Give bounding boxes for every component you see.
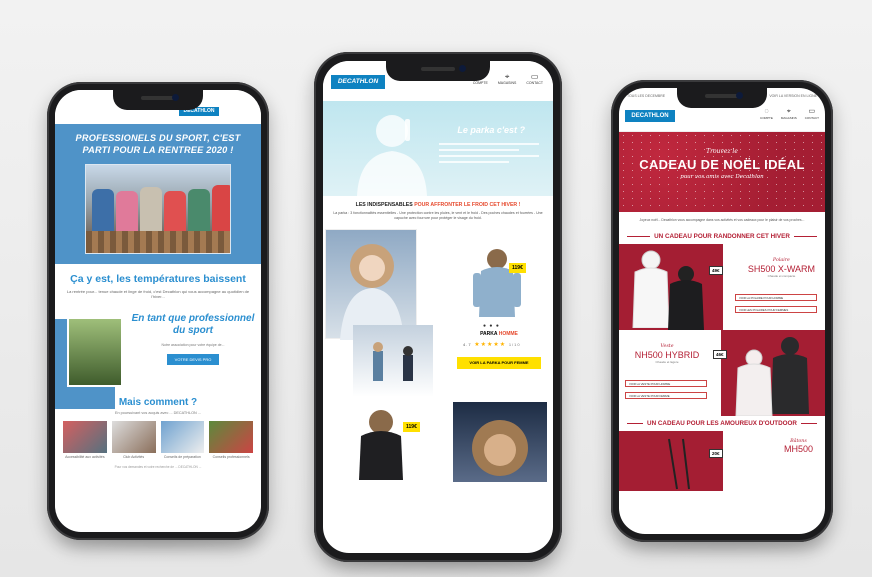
- hero-banner: Trouvez le CADEAU DE NOËL IDÉAL pour vos…: [619, 132, 825, 212]
- nav-account[interactable]: ◌COMPTE: [760, 108, 773, 120]
- phone-right: TOUS LES DECEMBRE VOIR LA VERSION EN LIG…: [611, 80, 833, 542]
- camera-icon: [459, 65, 466, 72]
- white-jacket-image[interactable]: [731, 348, 777, 416]
- product-title: Polaire SH500 X-WARM Chaude et compacte: [747, 257, 815, 278]
- rating: 4.7 ★★★★★ 1/10: [463, 341, 521, 348]
- nav-stores[interactable]: ⌖ MAGASINS: [498, 72, 516, 85]
- man-parka-photo: [453, 402, 547, 482]
- section-heading: UN CADEAU POUR LES AMOUREUX D'OUTDOOR: [619, 416, 825, 431]
- product-title: Veste NH500 HYBRID Chaude et légère: [634, 343, 700, 364]
- user-icon: ◌: [764, 108, 769, 115]
- speaker: [705, 94, 739, 98]
- hero-title: CADEAU DE NOËL IDÉAL: [639, 157, 805, 172]
- hero-banner: PROFESSIONELS DU SPORT, C'EST PARTI POUR…: [55, 124, 261, 264]
- parka-product-image[interactable]: [471, 247, 523, 317]
- temperature-section: Ça y est, les températures baissent La r…: [55, 264, 261, 305]
- price-tag: 119€: [509, 263, 526, 273]
- hero-kicker: Trouvez le: [706, 148, 738, 155]
- chat-icon: ▭: [808, 108, 816, 115]
- dark-parka-image[interactable]: [351, 408, 411, 480]
- preheader-left: TOUS LES DECEMBRE: [627, 94, 666, 98]
- product-fleece: 49€ Polaire SH500 X-WARM Chaude et compa…: [619, 243, 825, 330]
- view-jacket-men-button[interactable]: VOIR LA VESTE POUR HOMME: [625, 379, 707, 387]
- price-tag: 20€: [709, 448, 723, 458]
- product-jacket: 46€ Veste NH500 HYBRID Chaude et légère …: [619, 329, 825, 416]
- rating-value: 4.7: [463, 342, 472, 347]
- hero-text-lines: [439, 143, 539, 167]
- nav-contact[interactable]: ▭ CONTACT: [805, 108, 819, 120]
- hero-title: PROFESSIONELS DU SPORT, C'EST PARTI POUR…: [75, 133, 241, 155]
- camera-icon: [736, 92, 743, 99]
- thumbnail-item[interactable]: Conseils professionnels: [209, 421, 253, 459]
- email-screen-back-to-school[interactable]: DECATHLON PROFESSIONELS DU SPORT, C'EST …: [55, 90, 261, 532]
- chat-icon: ▭: [530, 72, 539, 81]
- product-block: 119€ ● ● ● PARKA HOMME 4.7 ★★★★★ 1/10 VO…: [323, 227, 553, 402]
- phone-middle: DECATHLON ◌COMPTE ⌖MAGASINS ▭CONTACT Le …: [314, 52, 562, 562]
- camera-icon: [172, 94, 179, 101]
- hero-banner: Le parka c'est ?: [323, 101, 553, 196]
- speaker: [421, 67, 455, 71]
- pro-section: En tant que professionnel du sport Notre…: [55, 311, 261, 409]
- email-header: DECATHLON ◌COMPTE ⌖MAGASINS ▭CONTACT: [619, 104, 825, 132]
- carousel-dots[interactable]: ● ● ●: [483, 323, 500, 329]
- decathlon-logo[interactable]: DECATHLON: [331, 75, 385, 89]
- price-tag: 119€: [403, 422, 420, 432]
- thumbnail-item[interactable]: Club Activités: [111, 421, 156, 459]
- hiking-poles-image[interactable]: [659, 435, 699, 491]
- section-heading: UN CADEAU POUR RANDONNER CET HIVER: [619, 229, 825, 244]
- essentials-heading: LES INDISPENSABLES POUR AFFRONTER LE FRO…: [355, 202, 521, 208]
- header-nav: ◌COMPTE ⌖MAGASINS ▭CONTACT: [760, 108, 819, 120]
- kids-ski-photo: [85, 164, 231, 254]
- nav-contact[interactable]: ▭ CONTACT: [526, 72, 543, 85]
- star-icons: ★★★★★: [474, 342, 507, 348]
- email-screen-christmas[interactable]: TOUS LES DECEMBRE VOIR LA VERSION EN LIG…: [619, 88, 825, 534]
- temperature-text: La rentrée pour... tenue chaude et linge…: [66, 289, 250, 299]
- view-fleece-women-button[interactable]: VOIR LES POLAIRES POUR FEMMES: [735, 305, 817, 313]
- product-name: PARKA HOMME: [480, 331, 518, 337]
- footer-text: Pour vos demandes et votre recherche de …: [114, 465, 202, 469]
- pro-text: Notre association pour votre équipe de..…: [161, 343, 225, 347]
- thumbnail-grid: Accessibilité aux activités Club Activit…: [55, 415, 261, 465]
- product-title: Bâtons MH500: [783, 438, 813, 454]
- silhouette-illustration: [357, 115, 427, 196]
- black-fleece-image[interactable]: [663, 264, 709, 330]
- speaker: [141, 96, 175, 100]
- phone-notch: [386, 61, 490, 81]
- thumbnail-item[interactable]: Accessibilité aux activités: [63, 421, 107, 459]
- view-fleece-men-button[interactable]: VOIR LA POLAIRE POUR HOMME: [735, 293, 817, 301]
- product-block-2: 119€: [323, 402, 553, 482]
- nav-stores[interactable]: ⌖ MAGASINS: [781, 108, 797, 120]
- view-jacket-women-button[interactable]: VOIR LA VESTE POUR FEMME: [625, 391, 707, 399]
- view-online-link[interactable]: VOIR LA VERSION EN LIGNE: [769, 94, 817, 98]
- view-parka-button[interactable]: VOIR LA PARKA POUR FEMME: [457, 357, 541, 369]
- woman-parka-photo: [325, 229, 417, 340]
- price-tag: 49€: [709, 265, 723, 275]
- price-tag: 46€: [713, 349, 727, 359]
- location-icon: ⌖: [786, 108, 791, 115]
- email-screen-parka[interactable]: DECATHLON ◌COMPTE ⌖MAGASINS ▭CONTACT Le …: [323, 61, 553, 553]
- essentials-text: La parka : 3 fonctionnalités essentielle…: [333, 211, 543, 220]
- hikers-photo: [67, 317, 123, 387]
- pro-quote-button[interactable]: VOTRE DEVIS PRO: [166, 353, 220, 365]
- hikers-snow-photo: [353, 325, 433, 397]
- essentials-section: LES INDISPENSABLES POUR AFFRONTER LE FRO…: [323, 196, 553, 227]
- product-poles: 20€ Bâtons MH500: [619, 430, 825, 491]
- phone-left: DECATHLON PROFESSIONELS DU SPORT, C'EST …: [47, 82, 269, 540]
- review-count: 1/10: [508, 342, 521, 347]
- temperature-title: Ça y est, les températures baissent: [70, 273, 246, 285]
- hero-question: Le parka c'est ?: [457, 125, 525, 135]
- location-icon: ⌖: [504, 72, 510, 81]
- decathlon-logo[interactable]: DECATHLON: [625, 110, 675, 122]
- intro-text: Joyeux noël... Decathlon vous accompagne…: [639, 218, 805, 222]
- pro-title: En tant que professionnel du sport: [131, 313, 255, 336]
- phone-notch: [677, 88, 767, 108]
- phone-notch: [113, 90, 203, 110]
- hero-subtitle: pour vos amis avec Decathlon: [680, 174, 764, 180]
- thumbnail-item[interactable]: Conseils de préparation: [160, 421, 205, 459]
